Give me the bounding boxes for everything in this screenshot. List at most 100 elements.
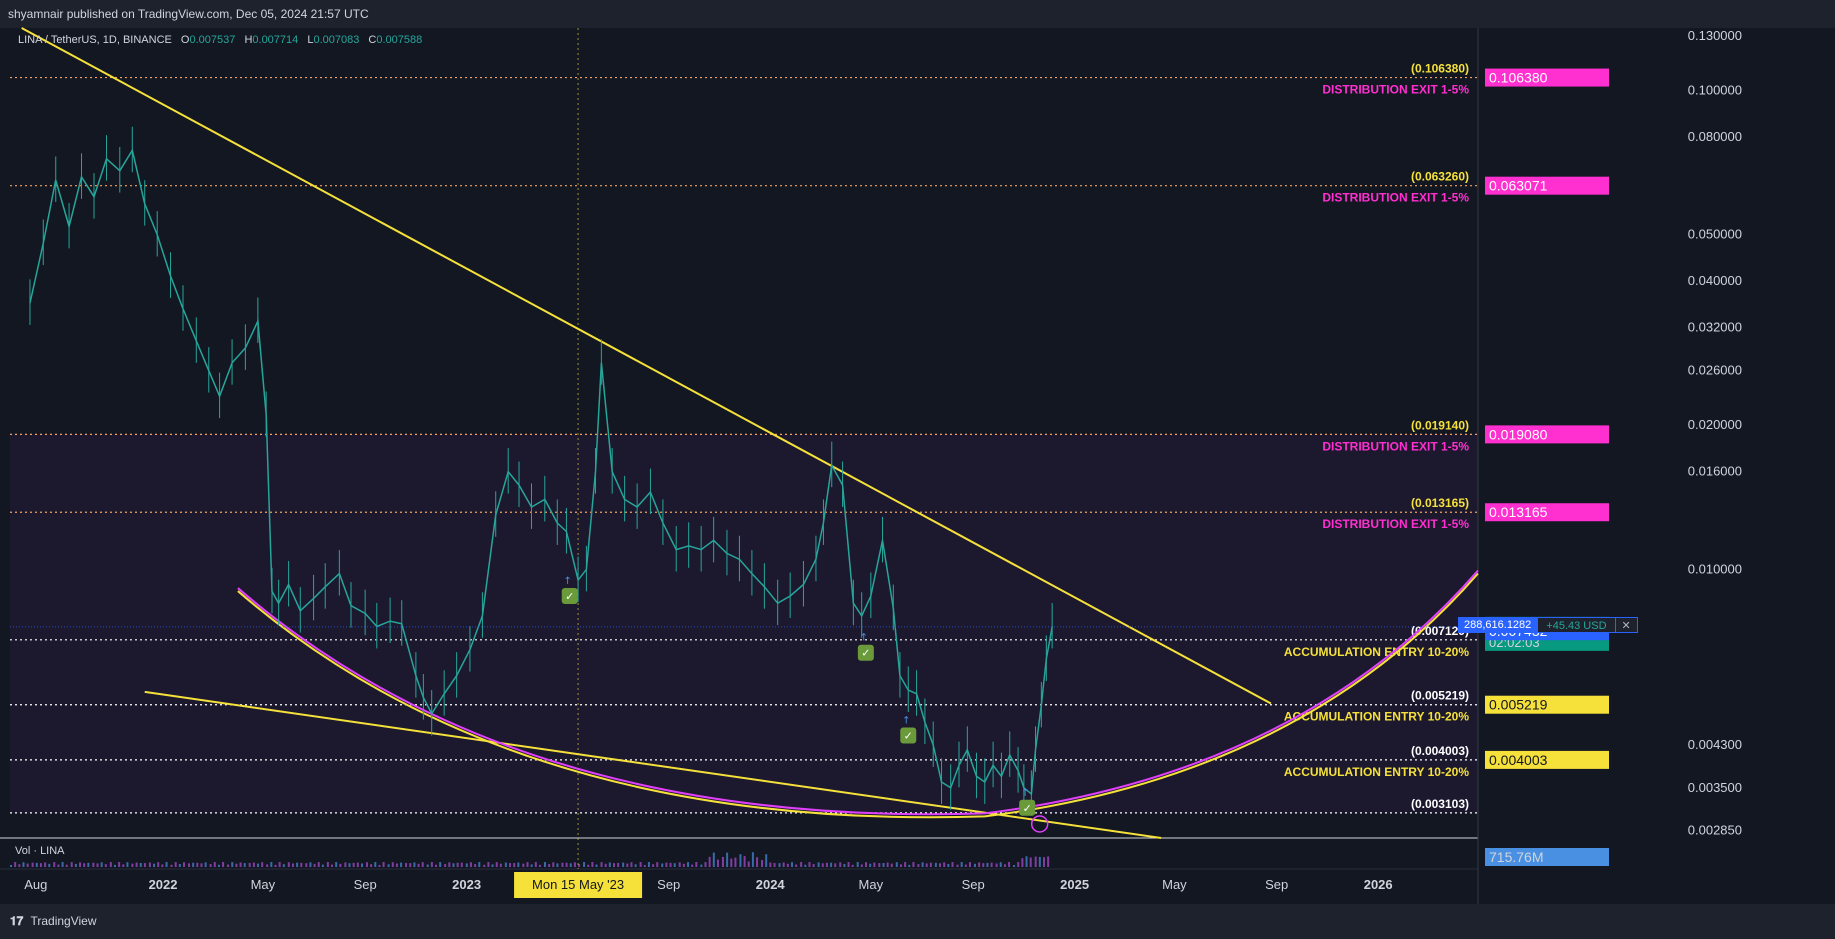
volume-bar <box>478 862 481 867</box>
volume-bar <box>344 862 347 867</box>
price-tick-label: 0.080000 <box>1688 129 1742 144</box>
level-note: DISTRIBUTION EXIT 1-5% <box>1322 517 1469 531</box>
volume-bar <box>439 862 442 867</box>
volume-bar <box>321 864 324 867</box>
volume-bar <box>339 863 342 867</box>
volume-bar <box>600 862 603 867</box>
time-tick-label: May <box>859 877 884 892</box>
volume-bar <box>53 862 56 867</box>
volume-bar <box>31 862 34 867</box>
time-tick-label: May <box>1162 877 1187 892</box>
volume-bar <box>548 864 551 867</box>
volume-bar <box>665 862 668 867</box>
volume-bar <box>1021 858 1024 867</box>
low-value: 0.007083 <box>313 34 360 46</box>
volume-bar <box>504 862 507 867</box>
volume-bar <box>421 862 424 867</box>
volume-bar <box>243 863 246 867</box>
volume-bar <box>1034 856 1037 867</box>
volume-bar <box>305 863 308 867</box>
volume-bar <box>335 862 338 867</box>
volume-bar <box>630 862 633 867</box>
volume-bar <box>990 862 993 867</box>
volume-bar <box>14 862 17 867</box>
volume-bar <box>509 863 512 867</box>
volume-bar <box>669 862 672 867</box>
arrow-up-icon: ↑ <box>564 576 572 587</box>
position-tag[interactable]: 288,616.1282 +45.43 USD ✕ <box>1458 617 1638 633</box>
volume-bar <box>517 862 520 867</box>
volume-bar <box>96 863 99 867</box>
volume-bar <box>248 862 251 867</box>
volume-bar <box>939 863 942 867</box>
volume-bar <box>899 864 902 867</box>
volume-bar <box>1043 857 1046 867</box>
volume-bar <box>917 864 920 867</box>
volume-bar <box>10 865 12 867</box>
volume-bar <box>908 864 911 867</box>
volume-bar <box>456 862 459 867</box>
volume-bar <box>87 862 90 867</box>
price-tick-label: 0.010000 <box>1688 561 1742 576</box>
volume-bar <box>448 862 451 867</box>
volume-bar <box>756 857 759 867</box>
volume-bar <box>526 862 529 867</box>
volume-bar <box>999 862 1002 867</box>
price-chart[interactable]: (0.106380) DISTRIBUTION EXIT 1-5% (0.06326… <box>0 0 1835 939</box>
volume-bar <box>687 862 690 867</box>
volume-bar <box>126 862 129 867</box>
zone-band <box>10 434 1478 813</box>
volume-bar <box>591 862 594 867</box>
price-tick-label: 0.004300 <box>1688 737 1742 752</box>
time-tick-label: Sep <box>354 877 377 892</box>
volume-bar <box>968 862 971 867</box>
volume-bar <box>786 863 789 867</box>
volume-bar <box>331 864 334 867</box>
volume-bar <box>643 864 646 867</box>
close-icon[interactable]: ✕ <box>1615 617 1638 633</box>
high-value: 0.007714 <box>252 34 299 46</box>
volume-bar <box>751 852 754 867</box>
volume-bar <box>830 862 833 867</box>
volume-bar <box>573 862 576 867</box>
volume-bar <box>622 862 625 867</box>
arrow-up-icon: ↑ <box>1021 788 1029 799</box>
volume-bar <box>934 862 937 867</box>
volume-bar <box>712 852 715 867</box>
time-tick-label: 2026 <box>1364 877 1393 892</box>
volume-bar <box>964 864 967 867</box>
volume-bar <box>83 863 86 867</box>
volume-bar <box>747 861 750 867</box>
volume-bar <box>109 862 112 867</box>
price-tick-label: 0.002850 <box>1688 823 1742 838</box>
price-tick-label: 0.016000 <box>1688 464 1742 479</box>
volume-bar <box>495 862 498 867</box>
volume-bar <box>409 863 412 867</box>
time-tick-label: Aug <box>24 877 47 892</box>
volume-bar <box>986 862 989 867</box>
volume-bar <box>18 864 21 867</box>
volume-bar <box>1017 862 1020 867</box>
volume-bar <box>530 864 533 867</box>
volume-bar <box>543 862 546 867</box>
volume-bar <box>825 862 828 867</box>
volume-tag: 715.76M <box>1489 849 1543 865</box>
volume-bar <box>139 862 142 867</box>
level-tag: 0.019080 <box>1489 426 1548 442</box>
volume-bar <box>882 862 885 867</box>
level-tag: 0.013165 <box>1489 504 1548 520</box>
volume-bar <box>617 862 620 867</box>
volume-bar <box>538 864 541 867</box>
price-tick-label: 0.003500 <box>1688 780 1742 795</box>
volume-bar <box>196 862 199 867</box>
volume-bar <box>716 859 719 867</box>
volume-bar <box>200 863 203 867</box>
level-label: (0.013165) <box>1411 496 1469 510</box>
volume-bar <box>691 864 694 867</box>
volume-bar <box>534 862 537 867</box>
time-tick-label: Sep <box>1265 877 1288 892</box>
volume-bar <box>261 862 264 867</box>
volume-bar <box>39 863 42 867</box>
open-value: 0.007537 <box>189 34 236 46</box>
level-label: (0.019140) <box>1411 418 1469 432</box>
